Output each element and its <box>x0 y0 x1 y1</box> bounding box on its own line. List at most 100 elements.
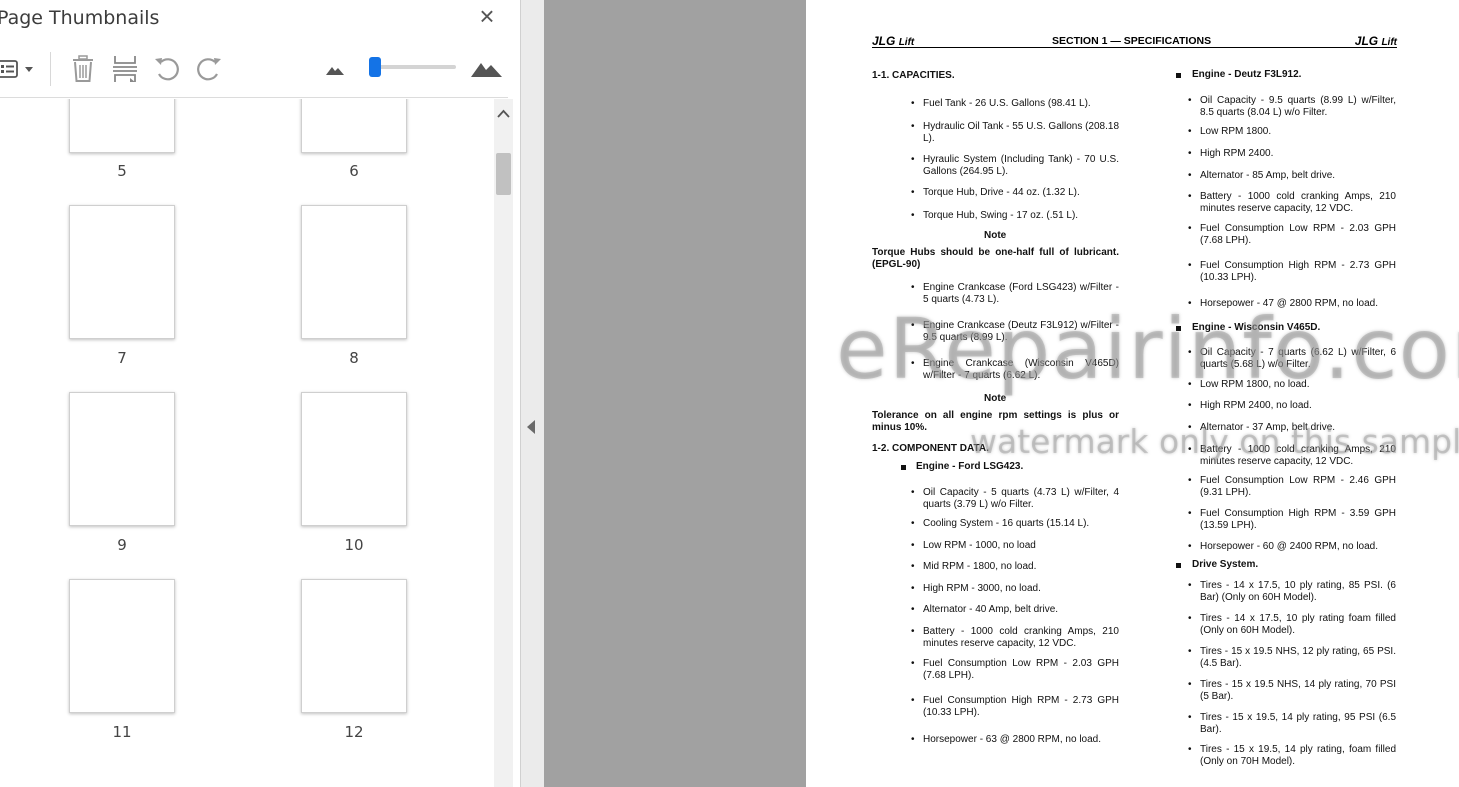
thumbnails-toolbar <box>0 42 508 98</box>
bullet: • <box>911 604 915 615</box>
ford-heading: Engine - Ford LSG423. <box>916 461 1024 472</box>
square-bullet <box>901 465 906 470</box>
s1-item: Engine Crankcase (Ford LSG423) w/Filter … <box>923 282 1119 305</box>
document-background <box>544 0 806 787</box>
ford-item: Oil Capacity - 5 quarts (4.73 L) w/Filte… <box>923 487 1119 510</box>
page-thumbnail[interactable] <box>301 205 407 339</box>
s1-item: Hyraulic System (Including Tank) - 70 U.… <box>923 154 1119 177</box>
ford-item: Horsepower - 63 @ 2800 RPM, no load. <box>923 734 1102 745</box>
page-thumbnail[interactable] <box>301 99 407 153</box>
wisconsin-item: Alternator - 37 Amp, belt drive. <box>1200 422 1336 433</box>
wisconsin-item: High RPM 2400, no load. <box>1200 400 1312 411</box>
ford-item: Fuel Consumption Low RPM - 2.03 GPH (7.6… <box>923 658 1119 681</box>
bullet: • <box>911 561 915 572</box>
ford-item: Mid RPM - 1800, no load. <box>923 561 1037 572</box>
insert-page-icon[interactable] <box>110 54 140 84</box>
s1-item: Hydraulic Oil Tank - 55 U.S. Gallons (20… <box>923 121 1120 144</box>
bullet: • <box>1188 646 1192 657</box>
panel-header: Page Thumbnails × <box>0 0 520 42</box>
deutz-heading: Engine - Deutz F3L912. <box>1192 69 1302 80</box>
bullet: • <box>1188 712 1192 723</box>
bullet: • <box>1188 260 1192 271</box>
bullet: • <box>1188 422 1192 433</box>
thumbnail-page-number: 8 <box>349 349 359 367</box>
bullet: • <box>911 540 915 551</box>
wisconsin-item: Low RPM 1800, no load. <box>1200 379 1310 390</box>
note-label: Note <box>984 230 1007 241</box>
wisconsin-item: Battery - 1000 cold cranking Amps, 210 m… <box>1200 444 1396 467</box>
ford-item: Battery - 1000 cold cranking Amps, 210 m… <box>923 626 1119 649</box>
bullet: • <box>1188 400 1192 411</box>
zoom-out-icon[interactable] <box>324 54 354 84</box>
drive-item: Tires - 15 x 19.5, 14 ply rating, foam f… <box>1200 744 1396 767</box>
bullet: • <box>911 734 915 745</box>
drive-item: Tires - 15 x 19.5 NHS, 14 ply rating, 70… <box>1200 679 1396 702</box>
thumbnails-scrollbar[interactable] <box>494 99 513 787</box>
page-thumbnail[interactable] <box>69 579 175 713</box>
zoom-in-icon[interactable] <box>470 54 502 84</box>
s1-item: Torque Hub, Drive - 44 oz. (1.32 L). <box>923 187 1080 198</box>
thumbnail-page-number: 5 <box>117 162 127 180</box>
square-bullet <box>1176 73 1181 78</box>
note-label: Note <box>984 393 1007 404</box>
wisconsin-item: Fuel Consumption Low RPM - 2.46 GPH (9.3… <box>1200 475 1396 498</box>
delete-pages-icon[interactable] <box>68 54 98 84</box>
toolbar-separator <box>50 52 51 86</box>
bullet: • <box>1188 541 1192 552</box>
page-thumbnail[interactable] <box>69 392 175 526</box>
header-title: SECTION 1 — SPECIFICATIONS <box>1052 35 1212 47</box>
thumbnail-options-icon[interactable] <box>0 54 33 84</box>
bullet: • <box>1188 475 1192 486</box>
bullet: • <box>911 626 915 637</box>
page-thumbnails-panel: Page Thumbnails × 5 6 7 8 9 10 11 12 <box>0 0 520 787</box>
bullet: • <box>911 487 915 498</box>
s1-item: Torque Hub, Swing - 17 oz. (.51 L). <box>923 210 1079 221</box>
ford-item: Alternator - 40 Amp, belt drive. <box>923 604 1059 615</box>
close-panel-button[interactable]: × <box>474 3 500 29</box>
thumbnail-page-number: 7 <box>117 349 127 367</box>
header-logo-left: JLG Lift <box>872 34 915 48</box>
s1-item: Fuel Tank - 26 U.S. Gallons (98.41 L). <box>923 98 1091 109</box>
deutz-item: Battery - 1000 cold cranking Amps, 210 m… <box>1200 191 1396 214</box>
page-header: JLG Lift SECTION 1 — SPECIFICATIONS JLG … <box>872 34 1397 48</box>
bullet: • <box>1188 148 1192 159</box>
drive-item: Tires - 14 x 17.5, 10 ply rating, 85 PSI… <box>1200 580 1396 603</box>
square-bullet <box>1176 563 1181 568</box>
page-thumbnail[interactable] <box>301 579 407 713</box>
collapse-panel-icon[interactable] <box>527 420 535 434</box>
bullet: • <box>1188 347 1192 358</box>
bullet: • <box>911 358 915 369</box>
page-thumbnail[interactable] <box>69 99 175 153</box>
thumbnail-page-number: 6 <box>349 162 359 180</box>
panel-splitter[interactable] <box>520 0 544 787</box>
bullet: • <box>911 518 915 529</box>
ford-item: Cooling System - 16 quarts (15.14 L). <box>923 518 1090 529</box>
zoom-slider-track[interactable] <box>372 65 456 69</box>
deutz-item: Low RPM 1800. <box>1200 126 1272 137</box>
note-text: Tolerance on all engine rpm settings is … <box>872 410 1119 433</box>
document-page: JLG Lift SECTION 1 — SPECIFICATIONS JLG … <box>806 0 1459 787</box>
wisconsin-heading: Engine - Wisconsin V465D. <box>1192 322 1321 333</box>
scroll-up-arrow-icon[interactable] <box>494 104 513 124</box>
bullet: • <box>1188 126 1192 137</box>
bullet: • <box>1188 744 1192 755</box>
drive-item: Tires - 15 x 19.5, 14 ply rating, 95 PSI… <box>1200 712 1396 735</box>
deutz-item: Horsepower - 47 @ 2800 RPM, no load. <box>1200 298 1379 309</box>
rotate-counterclockwise-icon[interactable] <box>152 54 182 84</box>
drive-item: Tires - 14 x 17.5, 10 ply rating foam fi… <box>1200 613 1396 636</box>
header-logo-right: JLG Lift <box>1354 34 1397 48</box>
deutz-item: High RPM 2400. <box>1200 148 1274 159</box>
bullet: • <box>911 121 915 132</box>
rotate-clockwise-icon[interactable] <box>194 54 224 84</box>
page-thumbnail[interactable] <box>301 392 407 526</box>
bullet: • <box>911 210 915 221</box>
bullet: • <box>911 695 915 706</box>
thumbnail-page-number: 12 <box>344 723 364 741</box>
wisconsin-item: Oil Capacity - 7 quarts (6.62 L) w/Filte… <box>1200 347 1396 370</box>
s1-heading: 1-1. CAPACITIES. <box>872 70 955 81</box>
page-thumbnail[interactable] <box>69 205 175 339</box>
bullet: • <box>1188 679 1192 690</box>
scrollbar-thumb[interactable] <box>496 153 511 195</box>
zoom-slider-handle[interactable] <box>369 57 381 77</box>
deutz-item: Oil Capacity - 9.5 quarts (8.99 L) w/Fil… <box>1200 95 1396 118</box>
